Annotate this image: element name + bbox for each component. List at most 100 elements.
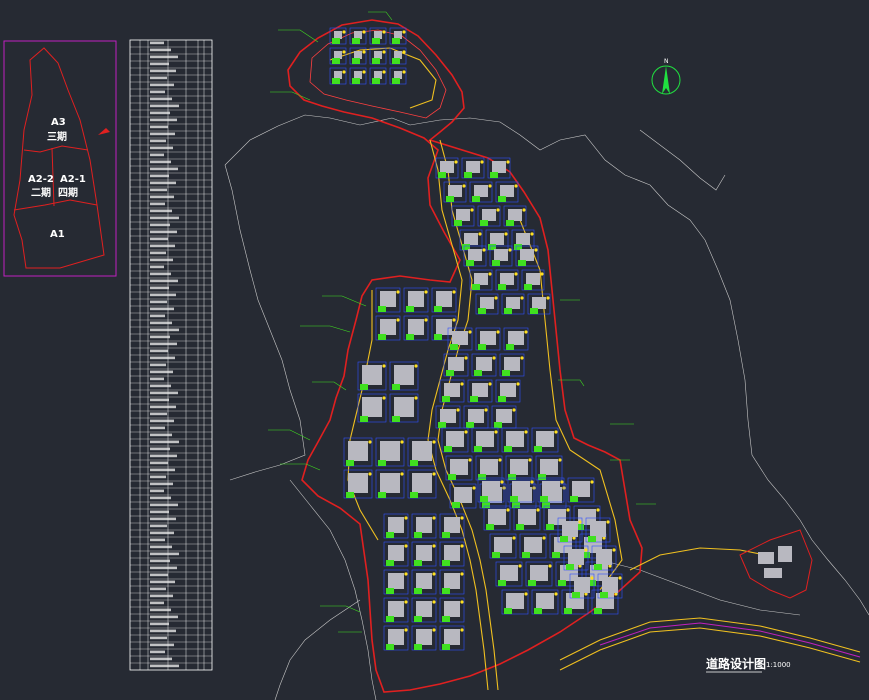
tree-marker	[528, 458, 532, 462]
building-footprint	[380, 473, 400, 493]
lawn-patch	[372, 38, 380, 44]
table-cell-text	[150, 216, 179, 220]
contour-line	[639, 129, 726, 191]
table-cell-text	[150, 552, 179, 556]
tree-marker	[468, 330, 472, 334]
table-cell-text	[150, 545, 172, 549]
tree-marker	[480, 160, 484, 164]
table-cell-text	[150, 657, 172, 661]
lawn-patch	[372, 58, 380, 64]
building-footprint	[446, 431, 464, 447]
building-footprint	[526, 273, 540, 285]
table-cell-text	[150, 41, 164, 45]
tree-marker	[382, 364, 386, 368]
building-footprint	[494, 537, 512, 553]
building-footprint	[500, 383, 516, 397]
building-footprint	[416, 629, 432, 645]
table-cell-text	[150, 342, 177, 346]
lawn-patch	[360, 416, 368, 422]
table-cell-text	[150, 69, 176, 73]
tree-marker	[512, 408, 516, 412]
tree-marker	[540, 272, 544, 276]
drawing-title-scale: 1:1000	[766, 661, 791, 669]
building-footprint	[362, 365, 382, 385]
building-footprint	[440, 409, 456, 423]
lawn-patch	[516, 524, 524, 530]
tree-marker	[496, 208, 500, 212]
lawn-patch	[448, 474, 456, 480]
tree-marker	[460, 572, 464, 576]
building-footprint	[496, 409, 512, 423]
building-footprint	[500, 273, 514, 285]
lawn-patch	[508, 474, 516, 480]
lawn-patch	[594, 608, 602, 614]
tree-marker	[432, 628, 436, 632]
residential-blocks	[329, 27, 623, 651]
lawn-patch	[386, 644, 394, 650]
lawn-patch	[378, 492, 386, 498]
lawn-patch	[474, 370, 482, 376]
building-footprint	[444, 517, 460, 533]
lawn-patch	[498, 580, 506, 586]
building-footprint	[490, 233, 504, 245]
tree-marker	[506, 160, 510, 164]
cad-drawing-canvas[interactable]: A3 三期 A2-2 二期 A2-1 四期 A1 N 道路设计图 1:1000	[0, 0, 869, 700]
key-map-marker	[98, 128, 110, 135]
lawn-patch	[352, 58, 360, 64]
tree-marker	[512, 536, 516, 540]
lawn-patch	[442, 616, 450, 622]
table-cell-text	[150, 349, 168, 353]
table-cell-text	[150, 230, 177, 234]
building-footprint	[494, 249, 508, 261]
table-cell-text	[150, 643, 174, 647]
lawn-patch	[392, 384, 400, 390]
building-footprint	[388, 629, 404, 645]
lawn-patch	[414, 532, 422, 538]
building-footprint	[540, 459, 558, 475]
building-footprint	[506, 593, 524, 609]
table-cell-text	[150, 370, 173, 374]
tree-marker	[470, 208, 474, 212]
lawn-patch	[506, 220, 514, 226]
table-cell-text	[150, 426, 165, 430]
lawn-patch	[414, 616, 422, 622]
tree-marker	[520, 296, 524, 300]
key-map-divider-1	[23, 145, 89, 153]
table-cell-text	[150, 307, 174, 311]
lawn-patch	[510, 496, 518, 502]
tree-marker	[468, 458, 472, 462]
table-cell-text	[150, 503, 178, 507]
leader-line	[300, 325, 351, 333]
building-footprint	[572, 481, 590, 497]
lawn-patch	[524, 284, 532, 290]
table-cell-text	[150, 244, 175, 248]
lawn-patch	[472, 284, 480, 290]
table-cell-text	[150, 629, 176, 633]
building-footprint	[482, 481, 500, 497]
tree-marker	[342, 50, 346, 54]
building-footprint	[480, 297, 494, 309]
tree-marker	[382, 70, 386, 74]
building-footprint	[454, 487, 472, 503]
annex-boundary	[739, 529, 813, 599]
building-footprint	[510, 459, 528, 475]
lawn-patch	[490, 172, 498, 178]
tree-marker	[618, 576, 622, 580]
table-cell-text	[150, 454, 177, 458]
table-cell-text	[150, 496, 171, 500]
lawn-patch	[480, 496, 488, 502]
lawn-patch	[442, 396, 450, 402]
building-footprint	[508, 331, 524, 345]
lawn-patch	[588, 536, 596, 542]
building-footprint	[474, 273, 488, 285]
lawn-patch	[600, 592, 608, 598]
tree-marker	[404, 628, 408, 632]
lawn-patch	[332, 78, 340, 84]
building-footprint	[412, 441, 432, 461]
tree-marker	[542, 536, 546, 540]
table-cell-text	[150, 293, 176, 297]
lawn-patch	[504, 446, 512, 452]
table-cell-text	[150, 335, 170, 339]
table-cell-text	[150, 55, 178, 59]
tree-marker	[362, 30, 366, 34]
